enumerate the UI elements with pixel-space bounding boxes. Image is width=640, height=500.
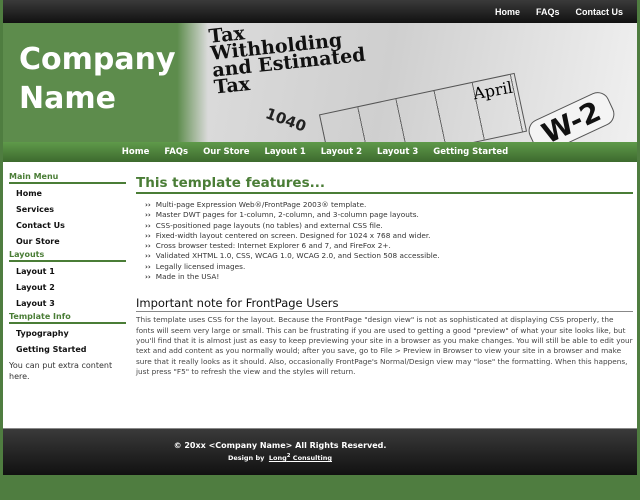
nav-layout-1[interactable]: Layout 1 xyxy=(265,147,306,157)
sidebar-heading-main-menu: Main Menu xyxy=(9,172,126,184)
sidebar-item-contact-us[interactable]: Contact Us xyxy=(9,218,126,234)
footer: © 20xx <Company Name> All Rights Reserve… xyxy=(3,428,637,475)
sidebar-item-layout-2[interactable]: Layout 2 xyxy=(9,280,126,296)
link-text: Long xyxy=(268,454,287,463)
tax-image-text: Tax Withholding and Estimated Tax xyxy=(208,23,368,99)
design-credit: Design by Long2 Consulting xyxy=(0,453,637,462)
link-text: Consulting xyxy=(290,454,332,463)
feature-text: Fixed-width layout centered on screen. D… xyxy=(155,230,431,240)
bullet-icon: ›› xyxy=(145,201,151,209)
feature-item: ›› Fixed-width layout centered on screen.… xyxy=(145,231,633,241)
sidebar-heading-layouts: Layouts xyxy=(9,250,126,262)
designer-link[interactable]: Long2 Consulting xyxy=(268,453,332,463)
sidebar: Main Menu Home Services Contact Us Our S… xyxy=(9,172,126,382)
sidebar-item-our-store[interactable]: Our Store xyxy=(9,234,126,250)
main-nav: Home FAQs Our Store Layout 1 Layout 2 La… xyxy=(3,142,637,162)
features-list: ›› Multi-page Expression Web®/FrontPage 2… xyxy=(136,200,633,282)
feature-item: ›› Made in the USA! xyxy=(145,272,633,282)
feature-text: Legally licensed images. xyxy=(155,261,246,271)
bullet-icon: ›› xyxy=(145,252,151,261)
feature-item: ›› CSS-positioned page layouts (no tables… xyxy=(145,221,633,231)
nav-layout-3[interactable]: Layout 3 xyxy=(377,147,418,157)
nav-faqs[interactable]: FAQs xyxy=(164,147,188,157)
company-line-1: Company xyxy=(19,42,176,77)
page: Home FAQs Contact Us Tax Withholding and… xyxy=(3,0,637,475)
sidebar-item-home[interactable]: Home xyxy=(9,186,126,202)
nav-getting-started[interactable]: Getting Started xyxy=(433,147,508,157)
bullet-icon: ›› xyxy=(145,221,151,230)
note-text: This template uses CSS for the layout. B… xyxy=(136,315,633,376)
top-nav-faqs[interactable]: FAQs xyxy=(536,7,560,17)
bullet-icon: ›› xyxy=(145,231,151,240)
feature-item: ›› Validated XHTML 1.0, CSS, WCAG 1.0, WC… xyxy=(145,251,633,261)
feature-text: Multi-page Expression Web®/FrontPage 200… xyxy=(155,200,367,209)
feature-item: ›› Multi-page Expression Web®/FrontPage 2… xyxy=(145,200,633,210)
copyright: © 20xx <Company Name> All Rights Reserve… xyxy=(173,441,387,450)
sidebar-extra-text: You can put extra content here. xyxy=(9,361,113,381)
header-banner: Tax Withholding and Estimated Tax April … xyxy=(3,23,637,142)
sidebar-item-typography[interactable]: Typography xyxy=(9,326,126,342)
nav-layout-2[interactable]: Layout 2 xyxy=(321,147,362,157)
feature-item: ›› Master DWT pages for 1-column, 2-colum… xyxy=(145,210,633,220)
nav-home[interactable]: Home xyxy=(122,147,150,157)
sidebar-item-getting-started[interactable]: Getting Started xyxy=(9,342,126,358)
bullet-icon: ›› xyxy=(145,262,151,271)
w2-form-text: W-2 xyxy=(524,88,619,142)
feature-item: ›› Cross browser tested: Internet Explore… xyxy=(145,241,633,251)
sidebar-item-services[interactable]: Services xyxy=(9,202,126,218)
form-1040-text: 1040 xyxy=(263,104,309,136)
bullet-icon: ›› xyxy=(145,242,151,251)
feature-item: ›› Legally licensed images. xyxy=(145,262,633,272)
logo-panel: Company Name xyxy=(3,23,208,142)
nav-our-store[interactable]: Our Store xyxy=(203,147,249,157)
feature-text: Validated XHTML 1.0, CSS, WCAG 1.0, WCAG… xyxy=(155,251,440,261)
company-line-2: Name xyxy=(19,81,116,116)
top-nav: Home FAQs Contact Us xyxy=(3,0,637,23)
features-heading: This template features... xyxy=(136,175,633,194)
feature-text: Master DWT pages for 1-column, 2-column,… xyxy=(155,210,419,220)
feature-text: Cross browser tested: Internet Explorer … xyxy=(155,241,391,251)
note-heading: Important note for FrontPage Users xyxy=(136,296,633,313)
company-name[interactable]: Company Name xyxy=(19,40,176,118)
top-nav-home[interactable]: Home xyxy=(495,7,520,17)
feature-text: Made in the USA! xyxy=(155,272,220,282)
main-content: This template features... ›› Multi-page E… xyxy=(136,175,633,377)
bullet-icon: ›› xyxy=(145,211,151,220)
bullet-icon: ›› xyxy=(145,273,151,282)
sidebar-heading-template-info: Template Info xyxy=(9,312,126,324)
sidebar-item-layout-1[interactable]: Layout 1 xyxy=(9,264,126,280)
top-nav-contact[interactable]: Contact Us xyxy=(575,7,623,17)
design-by-label: Design by xyxy=(228,454,265,463)
feature-text: CSS-positioned page layouts (no tables) … xyxy=(155,220,383,230)
sidebar-item-layout-3[interactable]: Layout 3 xyxy=(9,296,126,312)
